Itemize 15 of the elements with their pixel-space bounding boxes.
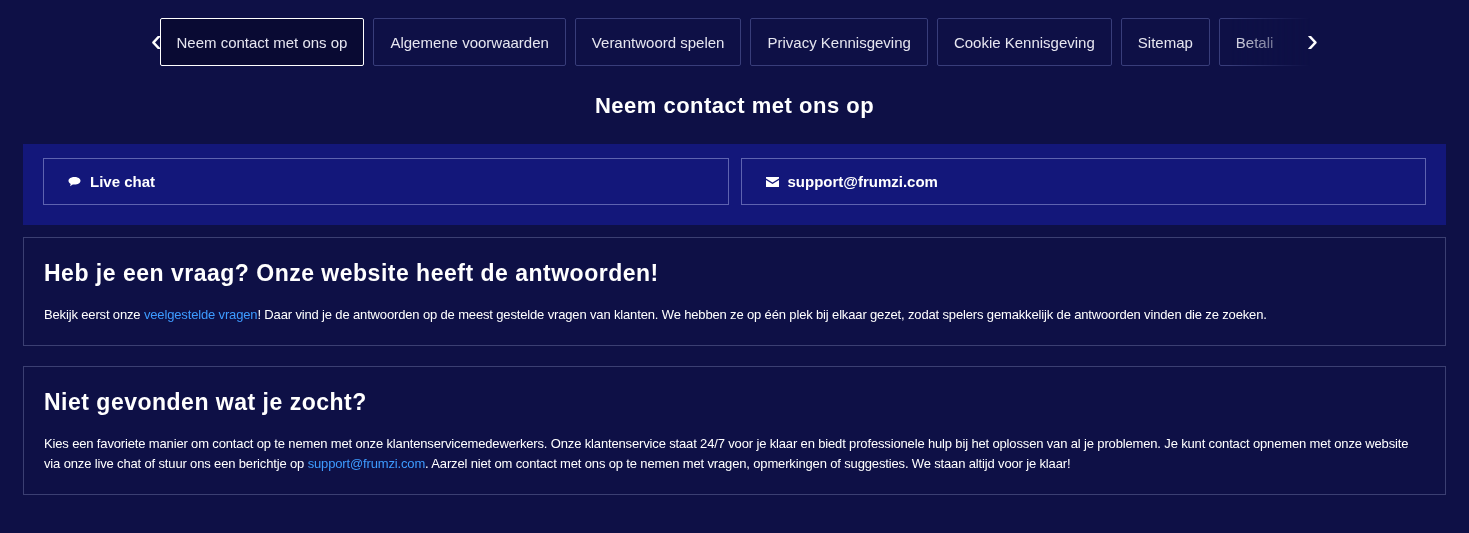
- contact-option[interactable]: Live chat: [43, 158, 729, 205]
- section-heading: Niet gevonden wat je zocht?: [44, 389, 368, 416]
- paragraph: Kies een favoriete manier om contact op te nemen met onze klantenservicemedewerkers. Onze klantenservice staat 24/7 voor je klaar en biedt professionele hulp bij het oplossen van al je problemen. Je kunt contact opnemen met onze website via onze live chat of stuur ons een berichtje op support@frumzi.com. Aarzel niet om contact met ons op te nemen met vragen, opmerkingen of suggesties. We staan altijd voor je klaar!: [44, 435, 1410, 473]
- tab[interactable]: Privacy Kennisgeving: [750, 18, 928, 66]
- tab[interactable]: Sitemap: [1120, 18, 1210, 66]
- page-title: Neem contact met ons op: [593, 93, 876, 119]
- tab[interactable]: Verantwoord spelen: [574, 18, 742, 66]
- contact-option[interactable]: support@frumzi.com: [740, 158, 1426, 205]
- tab[interactable]: Algemene voorwaarden: [373, 18, 566, 66]
- chat-bubble-icon: [68, 176, 81, 187]
- envelope-icon: [765, 176, 779, 187]
- tab[interactable]: Cookie Kennisgeving: [936, 18, 1112, 66]
- tab[interactable]: Neem contact met ons op: [159, 18, 365, 66]
- section-heading: Heb je een vraag? Onze website heeft de antwoorden!: [44, 260, 660, 287]
- paragraph: Bekijk eerst onze veelgestelde vragen! Daar vind je de antwoorden op de meest gestelde vragen van klanten. We hebben ze op één plek bij elkaar gezet, zodat spelers gemakkelijk de antwoorden vinden die ze zoeken.: [44, 306, 1268, 324]
